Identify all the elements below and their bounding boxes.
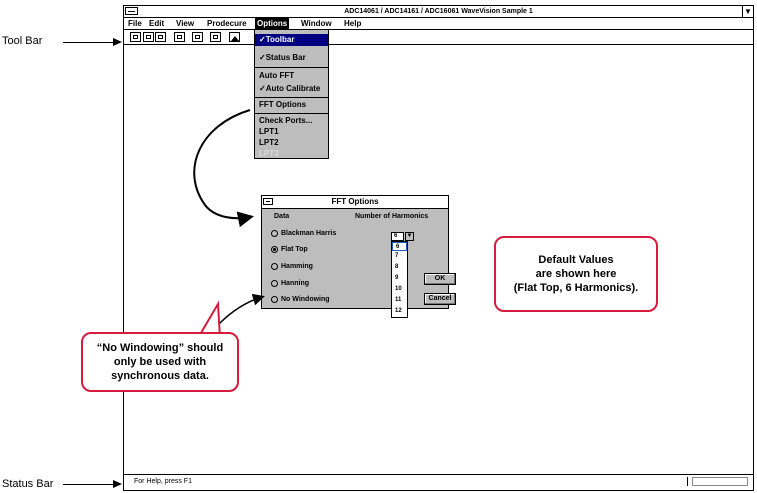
no-windowing-callout: “No Windowing” should only be used with … xyxy=(81,332,239,392)
default-values-callout: Default Values are shown here (Flat Top,… xyxy=(494,236,658,312)
fft-options-arrow xyxy=(193,109,254,228)
